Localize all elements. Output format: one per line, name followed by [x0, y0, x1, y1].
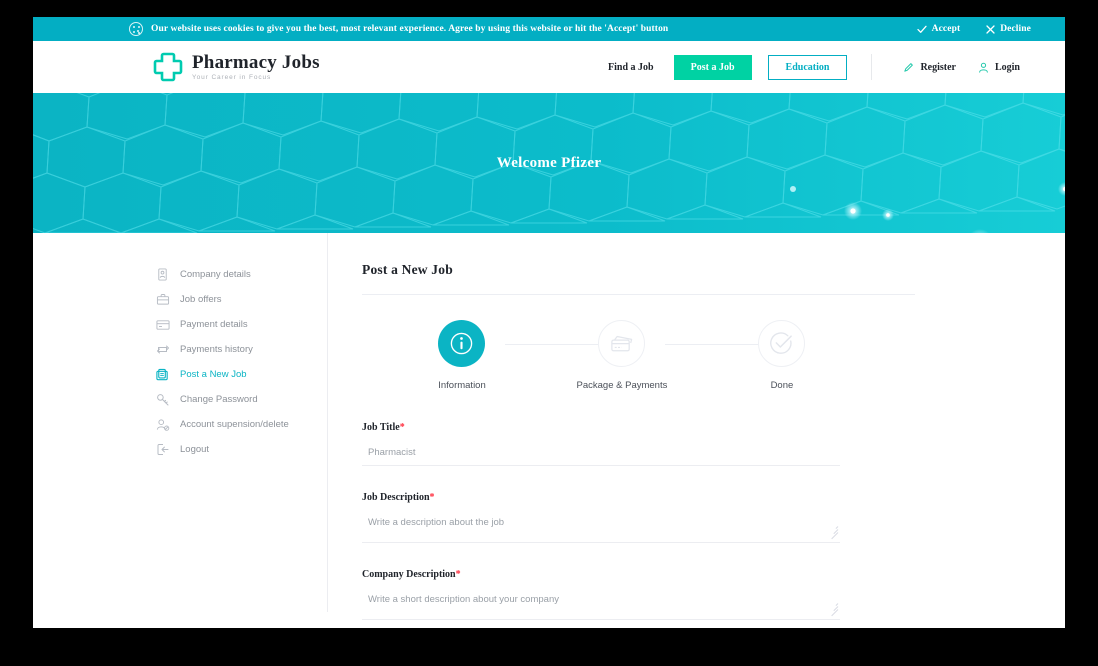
nav-login-label: Login: [994, 61, 1020, 73]
step-done-circle[interactable]: [758, 320, 806, 367]
nav-find-a-job[interactable]: Find a Job: [594, 62, 668, 73]
id-card-icon: [155, 267, 170, 282]
sidebar-item-account-suspension-delete[interactable]: Account supension/delete: [155, 412, 327, 437]
logo-title: Pharmacy Jobs: [192, 51, 320, 73]
sidebar-item-company-details[interactable]: Company details: [155, 262, 327, 287]
nav-register-link[interactable]: Register: [892, 62, 967, 73]
sidebar-item-post-a-new-job[interactable]: Post a New Job: [155, 362, 327, 387]
sidebar-label: Payment details: [180, 319, 248, 330]
sidebar-label: Logout: [180, 444, 210, 455]
card-payment-icon: [611, 335, 633, 351]
cookie-message: Our website uses cookies to give you the…: [151, 24, 669, 34]
sidebar-item-payment-details[interactable]: Payment details: [155, 312, 327, 337]
job-description-textarea[interactable]: [362, 503, 840, 543]
sidebar-item-payments-history[interactable]: Payments history: [155, 337, 327, 362]
nav-login-link[interactable]: Login: [967, 62, 1031, 73]
hero-title: Welcome Pfizer: [496, 154, 602, 171]
cookie-accept-button[interactable]: Accept: [917, 24, 961, 34]
sidebar-label: Post a New Job: [180, 369, 247, 380]
main-navigation: Find a Job Post a Job Education Register…: [594, 54, 1031, 80]
sidebar-item-logout[interactable]: Logout: [155, 437, 327, 462]
step-package-payments-label: Package & Payments: [576, 380, 668, 391]
required-marker: *: [455, 569, 461, 580]
company-description-label-text: Company Description: [362, 569, 456, 580]
field-job-description: Job Description*: [362, 492, 1065, 543]
job-title-label-text: Job Title: [362, 422, 400, 433]
main-content: Post a New Job Information Package & Pay…: [328, 233, 1065, 620]
field-job-title: Job Title*: [362, 422, 1065, 466]
field-company-description: Company Description*: [362, 569, 1065, 620]
job-description-label: Job Description*: [362, 492, 1065, 503]
new-job-icon: [155, 367, 170, 382]
step-information-label: Information: [438, 380, 486, 391]
key-icon: [155, 392, 170, 407]
logo[interactable]: Pharmacy Jobs Your Career in Focus: [153, 52, 320, 82]
sidebar-label: Change Password: [180, 394, 258, 405]
job-description-label-text: Job Description: [362, 492, 430, 503]
nav-post-a-job-button[interactable]: Post a Job: [673, 54, 752, 80]
check-circle-icon: [770, 332, 793, 354]
nav-divider: [871, 54, 873, 80]
sidebar-item-job-offers[interactable]: Job offers: [155, 287, 327, 312]
cookie-actions: Accept Decline: [917, 24, 1031, 34]
info-icon: [451, 332, 473, 355]
company-description-label: Company Description*: [362, 569, 1065, 580]
step-done[interactable]: Done: [702, 320, 862, 391]
step-information[interactable]: Information: [382, 320, 542, 391]
nav-register-label: Register: [920, 61, 956, 73]
close-icon: [986, 24, 995, 34]
company-description-area: [362, 580, 840, 620]
step-package-payments[interactable]: Package & Payments: [542, 320, 702, 391]
job-title-input[interactable]: [362, 433, 840, 466]
account-sidebar: Company details Job offers Payment detai…: [33, 233, 328, 612]
cookie-decline-button[interactable]: Decline: [986, 24, 1031, 34]
cookie-icon: [129, 22, 143, 36]
required-marker: *: [429, 492, 435, 503]
title-divider: [362, 294, 915, 295]
sidebar-label: Job offers: [180, 294, 222, 305]
cookie-decline-label: Decline: [1000, 24, 1031, 34]
briefcase-icon: [155, 292, 170, 307]
credit-card-icon: [155, 317, 170, 332]
job-title-label: Job Title*: [362, 422, 1065, 433]
progress-stepper: Information Package & Payments Done: [382, 320, 862, 391]
medical-cross-icon: [153, 52, 183, 82]
cookie-accept-label: Accept: [931, 24, 961, 34]
hero-banner: Welcome Pfizer: [33, 93, 1065, 233]
step-package-payments-circle[interactable]: [598, 320, 646, 367]
required-marker: *: [399, 422, 405, 433]
company-description-textarea[interactable]: [362, 580, 840, 620]
step-information-circle[interactable]: [438, 320, 486, 367]
page-title: Post a New Job: [362, 262, 453, 277]
page-container: Our website uses cookies to give you the…: [33, 17, 1065, 628]
logo-text: Pharmacy Jobs Your Career in Focus: [192, 53, 320, 82]
cookie-consent-bar: Our website uses cookies to give you the…: [33, 17, 1065, 41]
step-done-label: Done: [770, 380, 794, 391]
sidebar-label: Account supension/delete: [180, 419, 289, 430]
site-header: Pharmacy Jobs Your Career in Focus Find …: [33, 41, 1065, 93]
logout-icon: [155, 442, 170, 457]
check-icon: [917, 25, 927, 33]
page-body: Company details Job offers Payment detai…: [33, 233, 1065, 620]
nav-education-button[interactable]: Education: [767, 54, 848, 80]
sidebar-label: Company details: [180, 269, 251, 280]
pencil-icon: [904, 62, 914, 72]
user-remove-icon: [155, 417, 170, 432]
post-job-form: Job Title* Job Description* Company: [362, 422, 1065, 620]
logo-tagline: Your Career in Focus: [192, 73, 272, 81]
user-icon: [979, 62, 988, 73]
sidebar-label: Payments history: [180, 344, 253, 355]
refresh-icon: [155, 342, 170, 357]
sidebar-item-change-password[interactable]: Change Password: [155, 387, 327, 412]
job-description-area: [362, 503, 840, 543]
